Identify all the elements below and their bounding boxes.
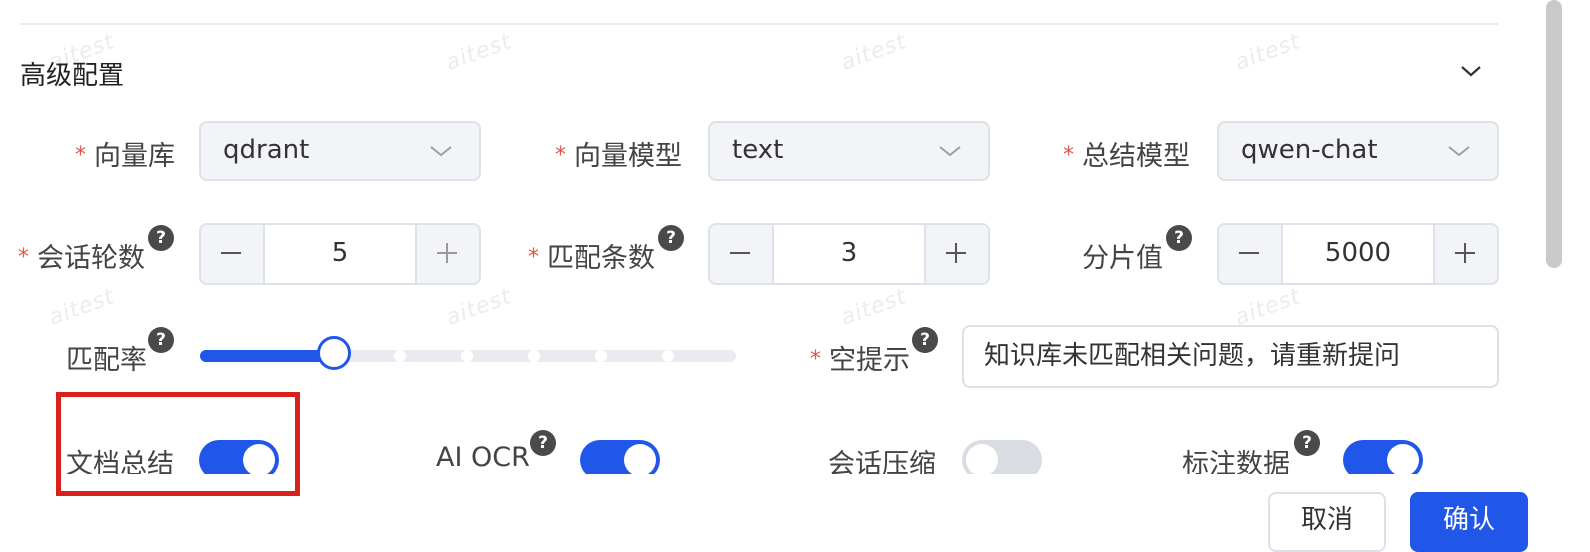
watermark: aitest: [45, 284, 119, 331]
confirm-button[interactable]: 确认: [1410, 492, 1528, 552]
watermark: aitest: [1231, 29, 1305, 76]
top-divider: [20, 23, 1498, 25]
required-marker: *: [75, 143, 86, 168]
help-icon[interactable]: ?: [530, 430, 556, 456]
vector-store-select[interactable]: qdrant: [199, 121, 481, 181]
minus-icon: [221, 252, 241, 254]
chevron-down-icon: [430, 146, 452, 157]
watermark: aitest: [837, 29, 911, 76]
slider-step-mark: [394, 350, 406, 362]
watermark: aitest: [837, 284, 911, 331]
minus-icon: [730, 252, 750, 254]
decrement-button[interactable]: [710, 225, 774, 283]
vector-store-value: qdrant: [223, 135, 310, 165]
help-icon[interactable]: ?: [148, 327, 174, 353]
decrement-button[interactable]: [201, 225, 265, 283]
help-icon[interactable]: ?: [658, 225, 684, 251]
conversation-rounds-label: * 会话轮数: [18, 243, 145, 274]
summary-model-select[interactable]: qwen-chat: [1217, 121, 1499, 181]
help-icon[interactable]: ?: [1294, 430, 1320, 456]
conversation-rounds-value[interactable]: 5: [265, 238, 415, 268]
vector-model-value: text: [732, 135, 784, 165]
plus-icon: [437, 243, 457, 263]
cancel-button[interactable]: 取消: [1268, 492, 1386, 552]
slider-step-mark: [595, 350, 607, 362]
summary-model-value: qwen-chat: [1241, 135, 1378, 165]
help-icon[interactable]: ?: [148, 225, 174, 251]
required-marker: *: [810, 347, 821, 372]
chevron-down-icon: [939, 146, 961, 157]
chevron-down-icon[interactable]: [1458, 60, 1484, 82]
vector-model-select[interactable]: text: [708, 121, 990, 181]
chunk-size-value[interactable]: 5000: [1283, 238, 1433, 268]
section-title: 高级配置: [20, 61, 125, 91]
toggle-knob: [1387, 444, 1419, 476]
slider-step-mark: [461, 350, 473, 362]
vector-store-label: * 向量库: [75, 141, 175, 172]
plus-icon: [946, 243, 966, 263]
required-marker: *: [18, 245, 29, 270]
match-rate-slider-handle[interactable]: [317, 336, 351, 370]
ai-ocr-label: AI OCR: [436, 442, 530, 473]
increment-button[interactable]: [1433, 225, 1497, 283]
match-count-stepper: 3: [708, 223, 990, 285]
watermark: aitest: [1231, 284, 1305, 331]
match-count-label: * 匹配条数: [528, 243, 655, 274]
scrollbar[interactable]: [1546, 0, 1562, 268]
increment-button[interactable]: [924, 225, 988, 283]
chevron-down-icon: [1448, 146, 1470, 157]
chunk-size-stepper: 5000: [1217, 223, 1499, 285]
highlight-box: [56, 392, 300, 496]
empty-hint-input[interactable]: 知识库未匹配相关问题，请重新提问: [962, 325, 1499, 388]
summary-model-label: * 总结模型: [1063, 141, 1190, 172]
toggle-knob: [966, 444, 998, 476]
help-icon[interactable]: ?: [1166, 225, 1192, 251]
match-rate-label: 匹配率: [66, 345, 147, 376]
toggle-knob: [624, 444, 656, 476]
vector-model-label: * 向量模型: [555, 141, 682, 172]
chunk-size-label: 分片值: [1082, 243, 1163, 274]
required-marker: *: [555, 143, 566, 168]
required-marker: *: [1063, 143, 1074, 168]
watermark: aitest: [442, 29, 516, 76]
match-count-value[interactable]: 3: [774, 238, 924, 268]
empty-hint-label: * 空提示: [810, 345, 910, 376]
increment-button[interactable]: [415, 225, 479, 283]
slider-step-mark: [662, 350, 674, 362]
conversation-rounds-stepper: 5: [199, 223, 481, 285]
minus-icon: [1239, 252, 1259, 254]
plus-icon: [1455, 243, 1475, 263]
help-icon[interactable]: ?: [912, 327, 938, 353]
required-marker: *: [528, 245, 539, 270]
match-rate-slider-fill: [200, 350, 334, 362]
watermark: aitest: [442, 284, 516, 331]
slider-step-mark: [528, 350, 540, 362]
decrement-button[interactable]: [1219, 225, 1283, 283]
